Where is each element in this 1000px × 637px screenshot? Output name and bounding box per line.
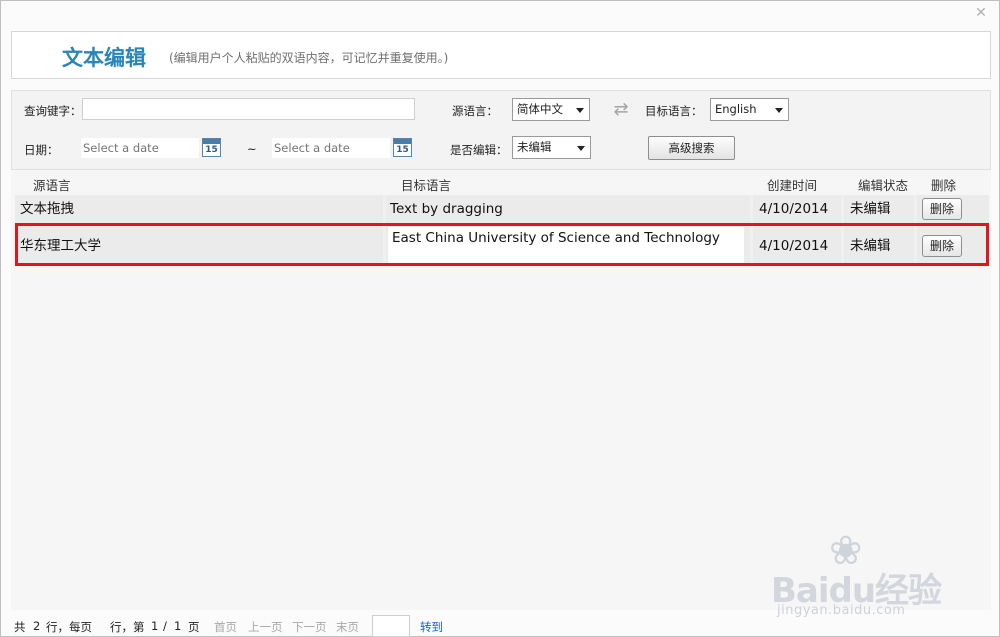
row-source-text: 文本拖拽 bbox=[15, 195, 383, 223]
header-panel: 文本编辑 (编辑用户个人粘贴的双语内容，可记忆并重复使用。) bbox=[11, 31, 991, 79]
delete-button[interactable]: 删除 bbox=[922, 198, 962, 220]
keyword-input[interactable] bbox=[82, 98, 415, 120]
row-source-text: 华东理工大学 bbox=[15, 226, 383, 266]
pager-prev-link[interactable]: 上一页 bbox=[248, 619, 283, 635]
date-to-input[interactable] bbox=[272, 138, 390, 158]
date-separator: ~ bbox=[247, 142, 257, 156]
column-header-status[interactable]: 编辑状态 bbox=[858, 175, 908, 194]
swap-languages-icon[interactable]: ⇄ bbox=[608, 101, 634, 119]
delete-button[interactable]: 删除 bbox=[922, 235, 962, 257]
row-target-text[interactable]: Text by dragging bbox=[386, 195, 750, 223]
pager-go-link[interactable]: 转到 bbox=[420, 619, 443, 635]
row-target-cell: East China University of Science and Tec… bbox=[386, 226, 750, 266]
target-lang-label: 目标语言： bbox=[645, 104, 703, 118]
pager-page-suffix: 页 bbox=[188, 620, 200, 634]
page-title: 文本编辑 bbox=[62, 46, 146, 70]
source-lang-value: 简体中文 bbox=[517, 102, 563, 116]
row-delete-cell: 删除 bbox=[917, 226, 989, 266]
pager-page-sep: / bbox=[163, 619, 167, 633]
pager-next-link[interactable]: 下一页 bbox=[292, 619, 327, 635]
pager-page-prefix: 行，第 bbox=[110, 620, 145, 634]
row-created-date: 4/10/2014 bbox=[753, 195, 841, 223]
pager-page-input[interactable] bbox=[372, 615, 410, 637]
row-target-edit-field[interactable]: East China University of Science and Tec… bbox=[388, 227, 744, 265]
date-from-input[interactable] bbox=[81, 138, 199, 158]
row-created-date: 4/10/2014 bbox=[753, 226, 841, 266]
pager-total-pages: 1 bbox=[174, 619, 182, 633]
row-edit-status: 未编辑 bbox=[844, 195, 914, 223]
row-edit-status: 未编辑 bbox=[844, 226, 914, 266]
table-row[interactable]: 文本拖拽 Text by dragging 4/10/2014 未编辑 删除 bbox=[15, 195, 989, 223]
chevron-down-icon bbox=[577, 146, 585, 151]
edited-status-value: 未编辑 bbox=[517, 140, 552, 154]
pager-rows-per-page-text: 行，每页 bbox=[46, 620, 92, 634]
results-grid: 源语言 目标语言 创建时间 编辑状态 删除 文本拖拽 Text by dragg… bbox=[11, 170, 991, 610]
pager-first-link[interactable]: 首页 bbox=[214, 619, 237, 635]
pager-last-link[interactable]: 末页 bbox=[336, 619, 359, 635]
pager-current-page: 1 bbox=[151, 619, 159, 633]
target-lang-select[interactable]: English bbox=[710, 98, 789, 121]
advanced-search-button[interactable]: 高级搜索 bbox=[648, 136, 735, 160]
source-lang-label: 源语言： bbox=[452, 104, 498, 118]
source-lang-select[interactable]: 简体中文 bbox=[512, 98, 590, 121]
search-panel: 查询键字： 源语言： 简体中文 ⇄ 目标语言： English 日期： 15 ~… bbox=[11, 90, 991, 170]
grid-header: 源语言 目标语言 创建时间 编辑状态 删除 bbox=[15, 170, 989, 194]
table-row[interactable]: 华东理工大学 East China University of Science … bbox=[15, 226, 989, 266]
edited-status-select[interactable]: 未编辑 bbox=[512, 136, 591, 159]
close-icon[interactable]: ✕ bbox=[973, 5, 989, 21]
chevron-down-icon bbox=[775, 108, 783, 113]
chevron-down-icon bbox=[576, 108, 584, 113]
pager-total-prefix: 共 bbox=[14, 620, 26, 634]
keyword-label: 查询键字： bbox=[24, 104, 82, 118]
calendar-icon[interactable]: 15 bbox=[202, 138, 221, 157]
column-header-source[interactable]: 源语言 bbox=[33, 175, 71, 194]
column-header-target[interactable]: 目标语言 bbox=[401, 175, 451, 194]
pager-total-rows: 2 bbox=[33, 619, 41, 633]
column-header-delete: 删除 bbox=[931, 178, 957, 193]
row-delete-cell: 删除 bbox=[917, 195, 989, 223]
edited-label: 是否编辑： bbox=[450, 143, 508, 157]
calendar-icon[interactable]: 15 bbox=[393, 138, 412, 157]
column-header-created[interactable]: 创建时间 bbox=[767, 175, 817, 194]
dialog-window: ✕ 文本编辑 (编辑用户个人粘贴的双语内容，可记忆并重复使用。) 查询键字： 源… bbox=[0, 0, 1000, 637]
target-lang-value: English bbox=[715, 102, 757, 116]
page-subtitle: (编辑用户个人粘贴的双语内容，可记忆并重复使用。) bbox=[169, 51, 449, 65]
date-label: 日期： bbox=[24, 143, 59, 157]
